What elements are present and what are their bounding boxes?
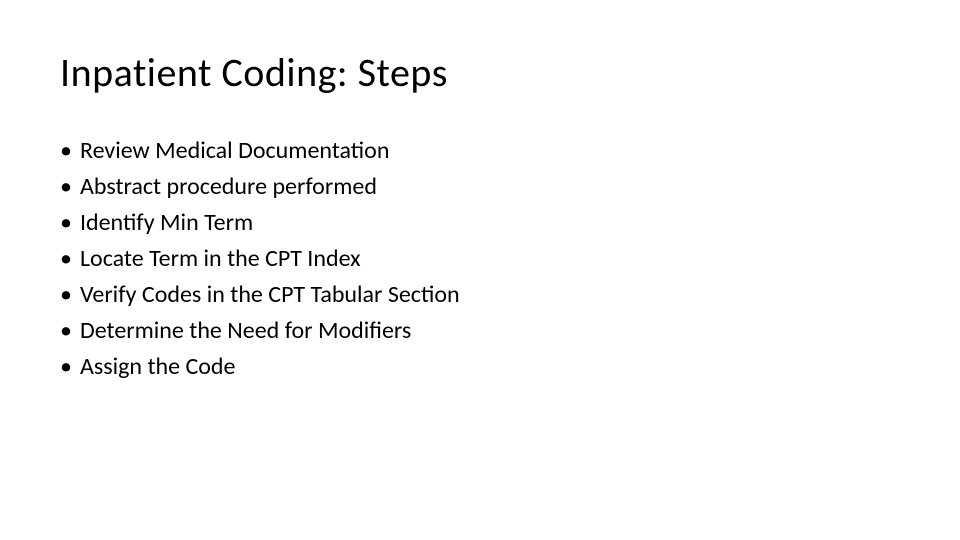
list-item-text: Locate Term in the CPT Index — [80, 241, 361, 277]
bullet-icon: • — [60, 205, 72, 241]
list-item-text: Verify Codes in the CPT Tabular Section — [80, 277, 460, 313]
bullet-list: • Review Medical Documentation • Abstrac… — [60, 133, 900, 385]
list-item-text: Identify Min Term — [80, 205, 253, 241]
list-item-text: Assign the Code — [80, 349, 236, 385]
list-item-text: Determine the Need for Modifiers — [80, 313, 411, 349]
slide-title: Inpatient Coding: Steps — [60, 48, 900, 97]
list-item: • Locate Term in the CPT Index — [60, 241, 900, 277]
list-item-text: Review Medical Documentation — [80, 133, 389, 169]
list-item: • Determine the Need for Modifiers — [60, 313, 900, 349]
list-item: • Abstract procedure performed — [60, 169, 900, 205]
list-item: • Identify Min Term — [60, 205, 900, 241]
bullet-icon: • — [60, 349, 72, 385]
bullet-icon: • — [60, 277, 72, 313]
bullet-icon: • — [60, 241, 72, 277]
bullet-icon: • — [60, 133, 72, 169]
list-item-text: Abstract procedure performed — [80, 169, 377, 205]
list-item: • Assign the Code — [60, 349, 900, 385]
bullet-icon: • — [60, 169, 72, 205]
list-item: • Review Medical Documentation — [60, 133, 900, 169]
list-item: • Verify Codes in the CPT Tabular Sectio… — [60, 277, 900, 313]
bullet-icon: • — [60, 313, 72, 349]
